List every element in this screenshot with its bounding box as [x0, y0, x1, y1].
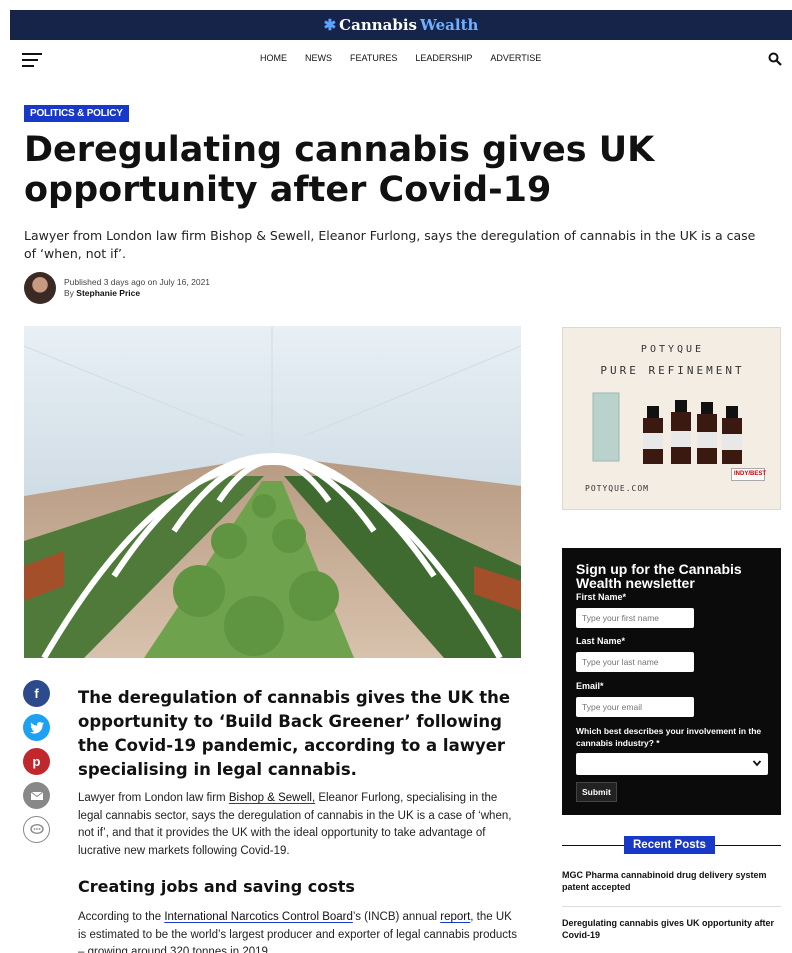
report-link[interactable]: report [440, 911, 470, 923]
incb-link[interactable]: International Narcotics Control Board [164, 911, 353, 923]
byline: Published 3 days ago on July 16, 2021 By… [24, 272, 210, 304]
submit-button[interactable]: Submit [576, 782, 617, 802]
para2-text-b: ’s (INCB) annual [352, 911, 441, 923]
article-subtitle: Lawyer from London law firm Bishop & Sew… [24, 228, 756, 261]
article-subheading: Creating jobs and saving costs [78, 877, 355, 896]
involvement-label: Which best describes your involvement in… [576, 726, 762, 748]
email-label: Email* [576, 681, 604, 691]
nav-home[interactable]: HOME [260, 53, 287, 63]
site-header-bar: ✱ Cannabis Wealth [10, 10, 792, 40]
article-lede: The deregulation of cannabis gives the U… [78, 688, 511, 779]
recent-separator [562, 906, 781, 907]
twitter-share-icon[interactable] [23, 714, 50, 741]
greenhouse-illustration [24, 326, 521, 658]
hero-image [24, 326, 521, 658]
bishop-sewell-link[interactable]: Bishop & Sewell, [229, 792, 315, 804]
main-nav: HOME NEWS FEATURES LEADERSHIP ADVERTISE [10, 44, 792, 76]
facebook-share-icon[interactable]: f [23, 680, 50, 707]
ad-product-illustration [592, 392, 742, 464]
nav-links: HOME NEWS FEATURES LEADERSHIP ADVERTISE [260, 53, 541, 63]
first-name-input[interactable] [576, 608, 694, 628]
article-paragraph-1: Lawyer from London law firm Bishop & Sew… [78, 790, 520, 860]
cannabis-leaf-icon: ✱ [323, 16, 337, 34]
share-buttons: f p [23, 680, 50, 843]
email-share-icon[interactable] [23, 782, 50, 809]
author-avatar[interactable] [24, 272, 56, 304]
recent-post-1[interactable]: MGC Pharma cannabinoid drug delivery sys… [562, 869, 782, 893]
newsletter-signup: Sign up for the Cannabis Wealth newslett… [562, 548, 781, 815]
menu-icon[interactable] [22, 53, 42, 69]
nav-leadership[interactable]: LEADERSHIP [415, 53, 472, 63]
involvement-select[interactable] [576, 753, 768, 775]
ad-url: POTYQUE.COM [585, 484, 649, 493]
publish-date: Published 3 days ago on July 16, 2021 [64, 277, 211, 287]
para1-text-a: Lawyer from London law firm [78, 792, 229, 804]
search-icon[interactable] [768, 52, 782, 66]
chevron-down-icon [752, 760, 762, 767]
last-name-label: Last Name* [576, 636, 626, 646]
nav-advertise[interactable]: ADVERTISE [490, 53, 541, 63]
by-prefix: By [64, 288, 74, 298]
potyque-ad[interactable]: POTYQUE PURE REFINEMENT POTYQUE.COM INDY… [562, 327, 781, 510]
article-headline: Deregulating cannabis gives UK opportuni… [24, 130, 655, 210]
email-input[interactable] [576, 697, 694, 717]
para2-text-a: According to the [78, 911, 165, 923]
first-name-label: First Name* [576, 592, 627, 602]
pinterest-share-icon[interactable]: p [23, 748, 50, 775]
newsletter-title: Sign up for the Cannabis Wealth newslett… [576, 561, 742, 591]
logo-text-accent: Wealth [419, 16, 479, 34]
logo-text-main: Cannabis [339, 16, 417, 34]
last-name-input[interactable] [576, 652, 694, 672]
ad-award-badge: INDY/BEST [731, 468, 766, 481]
recent-posts-heading: Recent Posts [624, 836, 715, 854]
comment-icon[interactable] [23, 816, 50, 843]
site-logo[interactable]: ✱ Cannabis Wealth [324, 16, 479, 34]
nav-features[interactable]: FEATURES [350, 53, 397, 63]
recent-post-2[interactable]: Deregulating cannabis gives UK opportuni… [562, 917, 782, 941]
author-name[interactable]: Stephanie Price [76, 288, 140, 298]
article-paragraph-2: According to the International Narcotics… [78, 909, 520, 953]
nav-news[interactable]: NEWS [305, 53, 332, 63]
category-badge[interactable]: POLITICS & POLICY [24, 105, 129, 122]
